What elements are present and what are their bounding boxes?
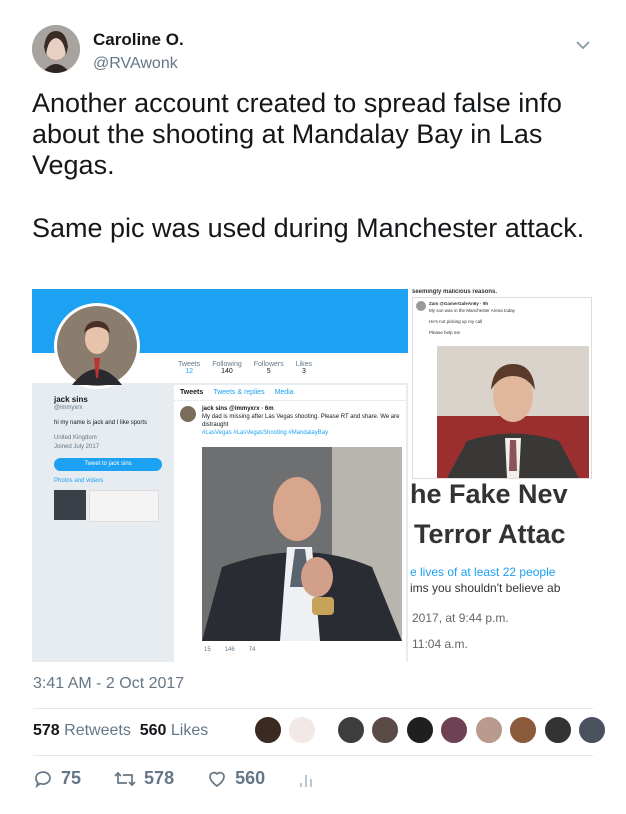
heart-icon [209, 771, 225, 787]
liker-avatar[interactable] [509, 716, 538, 744]
profile-handle: @immyxrx [54, 405, 83, 411]
profile-screenshot: Tweets 12 Following 140 Followers 5 Likes 3 … [32, 289, 408, 662]
retweet-icon [114, 771, 136, 786]
stat-item[interactable]: Following 140 [212, 361, 242, 375]
author-avatar[interactable] [32, 25, 80, 73]
liker-avatars [254, 716, 608, 746]
tweet-to-button[interactable]: Tweet to jack sins [54, 458, 162, 471]
tweet-media[interactable]: Tweets 12 Following 140 Followers 5 Likes 3 … [32, 289, 594, 662]
timeline-tabs: Tweets Tweets & replies Media [174, 385, 406, 401]
article-caption: seemingly malicious reasons. [412, 289, 498, 295]
article-date-1: 2017, at 9:44 p.m. [412, 611, 509, 625]
tweet-timestamp[interactable]: 3:41 AM - 2 Oct 2017 [33, 675, 184, 693]
retweets-stat[interactable]: 578 Retweets [33, 722, 131, 739]
subheading-line-2: ims you shouldn't believe ab [410, 581, 561, 595]
liker-avatar[interactable] [288, 716, 317, 744]
tweet-paragraph: Another account created to spread false … [32, 88, 562, 180]
profile-sidebar: jack sins @immyxrx hi my name is jack an… [54, 395, 172, 522]
liker-avatar[interactable] [371, 716, 400, 744]
analytics-button[interactable] [298, 769, 322, 789]
analytics-icon [300, 774, 312, 787]
author-handle[interactable]: @RVAwonk [93, 55, 178, 73]
photos-label[interactable]: Photos and videos [54, 477, 172, 486]
reply-button[interactable]: 75 [33, 768, 81, 789]
tweet-paragraph: Same pic was used during Manchester atta… [32, 213, 585, 243]
liker-avatar[interactable] [543, 716, 572, 744]
embedded-tweet: jack sins @immyxrx · 6m My dad is missin… [174, 401, 406, 437]
like-button[interactable]: 560 [207, 768, 265, 789]
reply-photo [437, 346, 589, 478]
profile-location: United Kingdom [54, 435, 97, 441]
liker-avatar[interactable] [405, 716, 434, 744]
profile-stats: Tweets 12 Following 140 Followers 5 Likes 3 [178, 361, 312, 375]
article-screenshot: seemingly malicious reasons. Zam @GamerG… [408, 289, 594, 662]
subheading-line-1: e lives of at least 22 people [410, 565, 556, 579]
profile-bio: hi my name is jack and I like sports [54, 420, 148, 426]
headline-line-2: Terror Attac [414, 519, 566, 549]
divider [33, 755, 593, 756]
stat-item[interactable]: Tweets 12 [178, 361, 200, 375]
tweet-actions: 75 578 560 [33, 768, 350, 794]
headline-line-1: he Fake Nev [410, 479, 568, 509]
retweet-button[interactable]: 578 [114, 768, 174, 789]
author-name[interactable]: Caroline O. [93, 30, 184, 50]
liker-avatar[interactable] [254, 716, 282, 744]
tweet-photo [202, 447, 402, 641]
liker-avatar[interactable] [440, 716, 469, 744]
liker-avatar[interactable] [578, 716, 607, 744]
liker-avatar[interactable] [474, 716, 503, 744]
stat-item[interactable]: Likes 3 [296, 361, 312, 375]
profile-timeline: Tweets Tweets & replies Media jack sins … [174, 385, 406, 662]
divider [33, 708, 593, 709]
photo-thumbnails [54, 490, 172, 522]
chevron-down-icon[interactable] [574, 36, 592, 54]
profile-avatar [54, 303, 140, 389]
stat-item[interactable]: Followers 5 [254, 361, 284, 375]
profile-joined: Joined July 2017 [54, 444, 100, 450]
reply-icon [35, 770, 51, 788]
profile-name: jack sins [54, 395, 88, 404]
tweet-action-counts: 15 146 74 [204, 647, 256, 653]
reply-card: Zam @GamerGaleAn6y · 9h My son was in th… [412, 297, 592, 479]
liker-avatar[interactable] [336, 716, 365, 744]
likes-stat[interactable]: 560 Likes [140, 722, 209, 739]
engagement-stats: 578 Retweets 560 Likes [33, 722, 208, 740]
article-date-2: 11:04 a.m. [412, 637, 468, 651]
tweet-text: Another account created to spread false … [32, 88, 602, 276]
